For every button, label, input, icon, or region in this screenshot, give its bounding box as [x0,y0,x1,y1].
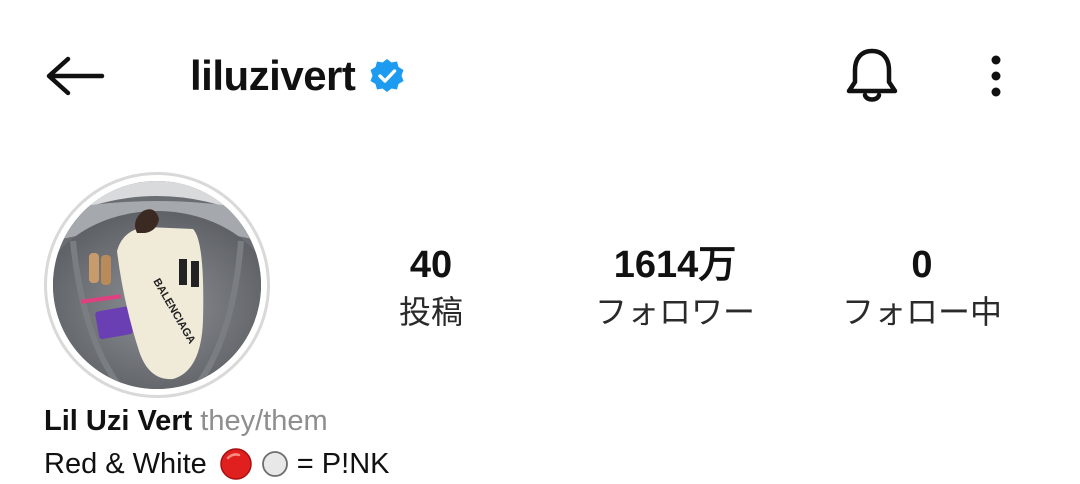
profile-header: liluzivert [0,0,1080,150]
followers-count: 1614万 [613,244,737,286]
followers-label: フォロワー [594,294,755,330]
posts-stat[interactable]: 40 投稿 [341,242,521,334]
profile-picture[interactable]: BALENCIAGA [44,172,270,398]
bio-text-end: = P!NK [296,448,390,480]
back-button[interactable] [40,48,110,104]
following-count: 0 [911,244,933,286]
username-row: liluzivert [190,48,405,104]
following-label: フォロー中 [841,294,1002,330]
posts-label: 投稿 [398,294,463,330]
display-name: Lil Uzi Vert [44,405,193,437]
more-options-button[interactable] [970,46,1022,106]
red-circle-icon [219,447,253,481]
profile-bio: Lil Uzi Vert they/them Red & White = P!NK [44,402,389,483]
avatar-image: BALENCIAGA [53,181,261,389]
following-stat[interactable]: 0 フォロー中 [832,242,1012,334]
more-vertical-icon [991,55,1001,97]
followers-stat[interactable]: 1614万 フォロワー [585,242,765,334]
notifications-button[interactable] [838,40,906,110]
bell-icon [846,48,898,102]
white-circle-icon [261,450,289,478]
name-line: Lil Uzi Vert they/them [44,402,389,440]
username: liluzivert [190,52,356,99]
pronouns: they/them [200,405,328,437]
verified-badge-icon [369,58,405,94]
arrow-left-icon [46,56,105,96]
posts-count: 40 [409,244,453,286]
bio-text-start: Red & White [44,448,207,480]
bio-text: Red & White = P!NK [44,445,389,483]
